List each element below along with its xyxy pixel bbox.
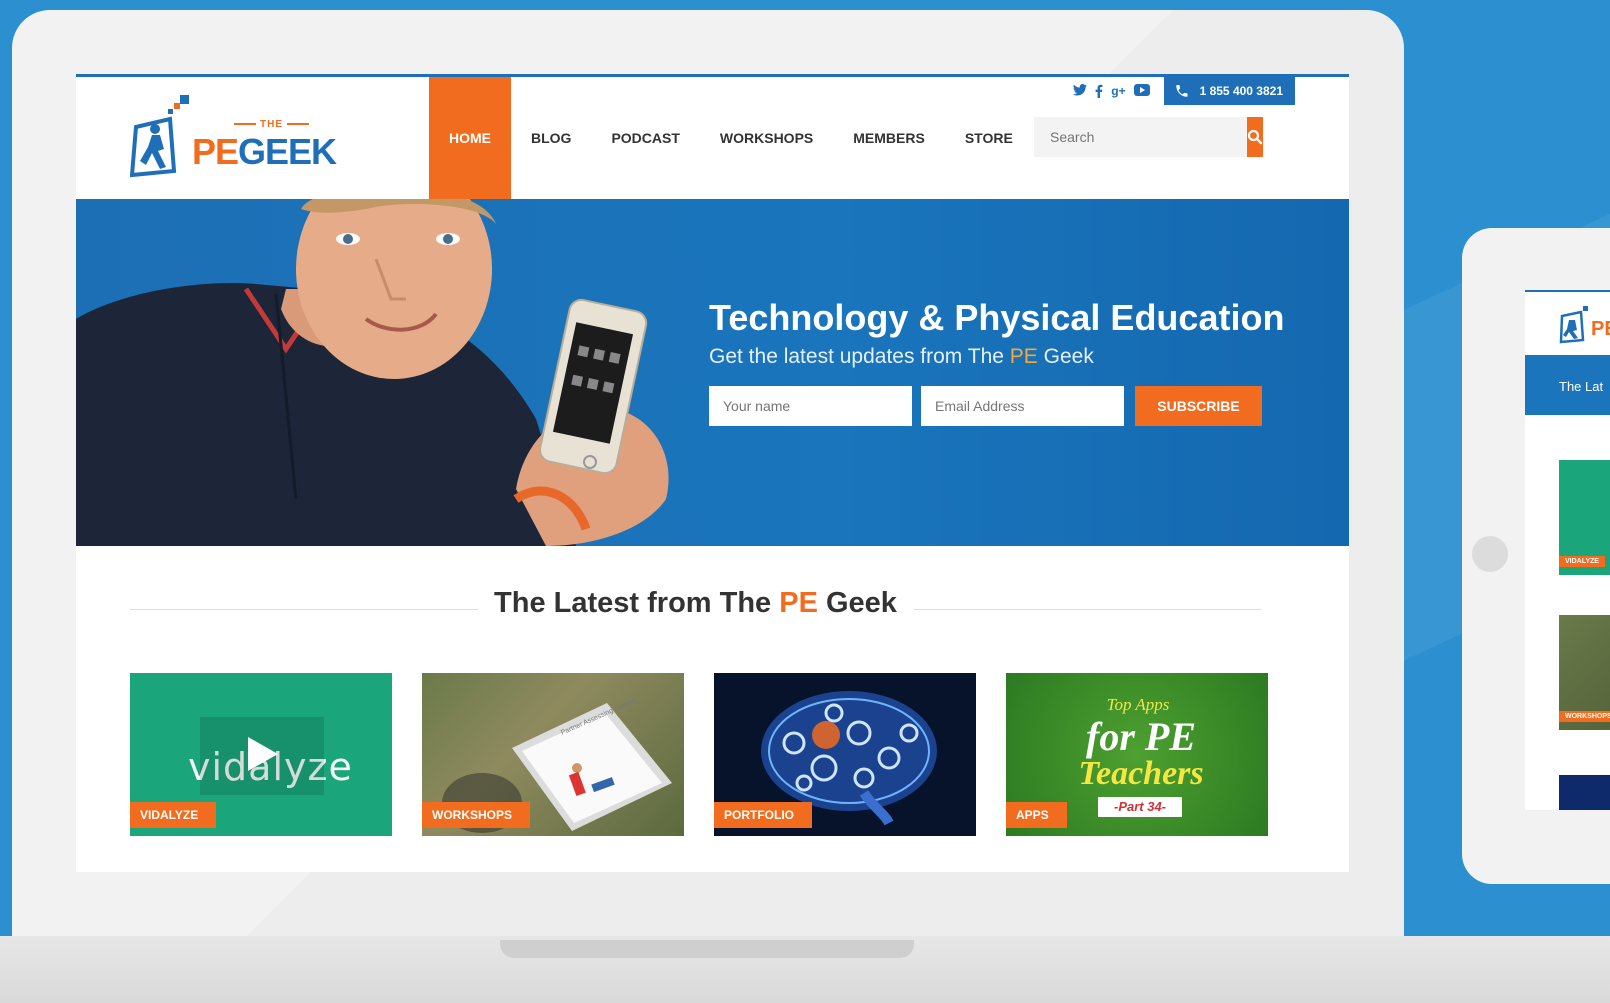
phone-icon <box>1175 85 1188 97</box>
tablet-logo-text: PE <box>1591 318 1610 340</box>
name-field[interactable] <box>709 386 912 426</box>
apps-line-4: -Part 34- <box>1098 797 1182 817</box>
logo-the: THE <box>230 119 313 130</box>
phone-badge[interactable]: 1 855 400 3821 <box>1163 77 1295 105</box>
tablet-frame: PE The Lat VIDALYZE WORKSHOPS <box>1462 228 1610 884</box>
tablet-card-portfolio[interactable] <box>1559 775 1610 810</box>
hero-subtitle: Get the latest updates from The PE Geek <box>709 345 1094 368</box>
apps-line-1: Top Apps <box>1106 695 1170 714</box>
nav-podcast[interactable]: PODCAST <box>591 77 699 199</box>
nav-blog[interactable]: BLOG <box>511 77 591 199</box>
twitter-icon[interactable] <box>1073 84 1088 96</box>
tablet-screen: PE The Lat VIDALYZE WORKSHOPS <box>1525 290 1610 810</box>
laptop-notch <box>500 940 914 958</box>
tablet-latest-band: The Lat <box>1525 355 1610 415</box>
tablet-header: PE <box>1525 290 1610 355</box>
subscribe-button[interactable]: SUBSCRIBE <box>1135 386 1262 426</box>
play-icon[interactable] <box>246 735 280 773</box>
nav-members[interactable]: MEMBERS <box>833 77 945 199</box>
subscribe-form: SUBSCRIBE <box>709 386 1262 426</box>
social-links: g+ <box>1073 84 1150 98</box>
post-cards: vidalyze VIDALYZE Partner Assessing Game… <box>130 673 1268 836</box>
youtube-icon[interactable] <box>1133 84 1150 96</box>
apps-line-2: for PE <box>1086 714 1196 759</box>
post-card-workshops[interactable]: Partner Assessing Games WORKSHOPS <box>422 673 684 836</box>
logo-mark-icon <box>130 95 189 178</box>
email-field[interactable] <box>921 386 1124 426</box>
nav-workshops[interactable]: WORKSHOPS <box>700 77 833 199</box>
logo-wordmark: PEGEEK <box>192 131 337 172</box>
facebook-icon[interactable] <box>1095 84 1103 98</box>
category-tag[interactable]: APPS <box>1006 802 1067 828</box>
category-tag[interactable]: WORKSHOPS <box>422 802 531 828</box>
search-box <box>1034 117 1263 157</box>
search-button[interactable] <box>1247 117 1263 157</box>
search-input[interactable] <box>1034 117 1247 157</box>
site-header: THE PEGEEK HOME BLOG PODCAST WORKSHOPS M… <box>76 77 1349 199</box>
latest-section-heading: The Latest from The PE Geek <box>130 585 1261 625</box>
tablet-card-workshops[interactable]: WORKSHOPS <box>1559 615 1610 730</box>
top-bar: g+ 1 855 400 3821 <box>1073 77 1295 105</box>
post-card-portfolio[interactable]: PORTFOLIO <box>714 673 976 836</box>
tablet-category-tag[interactable]: VIDALYZE <box>1559 556 1605 567</box>
google-plus-icon[interactable]: g+ <box>1111 84 1125 98</box>
tablet-card-vidalyze[interactable]: VIDALYZE <box>1559 460 1610 575</box>
hero-title: Technology & Physical Education <box>709 297 1285 338</box>
tablet-home-button <box>1472 536 1508 572</box>
site-logo[interactable]: THE PEGEEK <box>130 91 340 181</box>
tablet-category-tag[interactable]: WORKSHOPS <box>1559 711 1610 722</box>
nav-store[interactable]: STORE <box>945 77 1033 199</box>
hero-banner: Technology & Physical Education Get the … <box>76 199 1349 546</box>
latest-title: The Latest from The PE Geek <box>494 587 897 619</box>
category-tag[interactable]: PORTFOLIO <box>714 802 812 828</box>
phone-number: 1 855 400 3821 <box>1199 84 1283 98</box>
search-icon <box>1247 129 1263 145</box>
post-card-apps[interactable]: Top Apps for PE Teachers -Part 34- APPS <box>1006 673 1268 836</box>
laptop-screen: THE PEGEEK HOME BLOG PODCAST WORKSHOPS M… <box>76 74 1349 872</box>
tablet-logo-icon <box>1559 306 1588 344</box>
apps-line-3: Teachers <box>1078 755 1204 792</box>
category-tag[interactable]: VIDALYZE <box>130 802 217 828</box>
hero-person-image <box>76 199 669 546</box>
nav-home[interactable]: HOME <box>429 77 511 199</box>
main-nav: HOME BLOG PODCAST WORKSHOPS MEMBERS STOR… <box>429 77 1033 199</box>
post-card-vidalyze[interactable]: vidalyze VIDALYZE <box>130 673 392 836</box>
